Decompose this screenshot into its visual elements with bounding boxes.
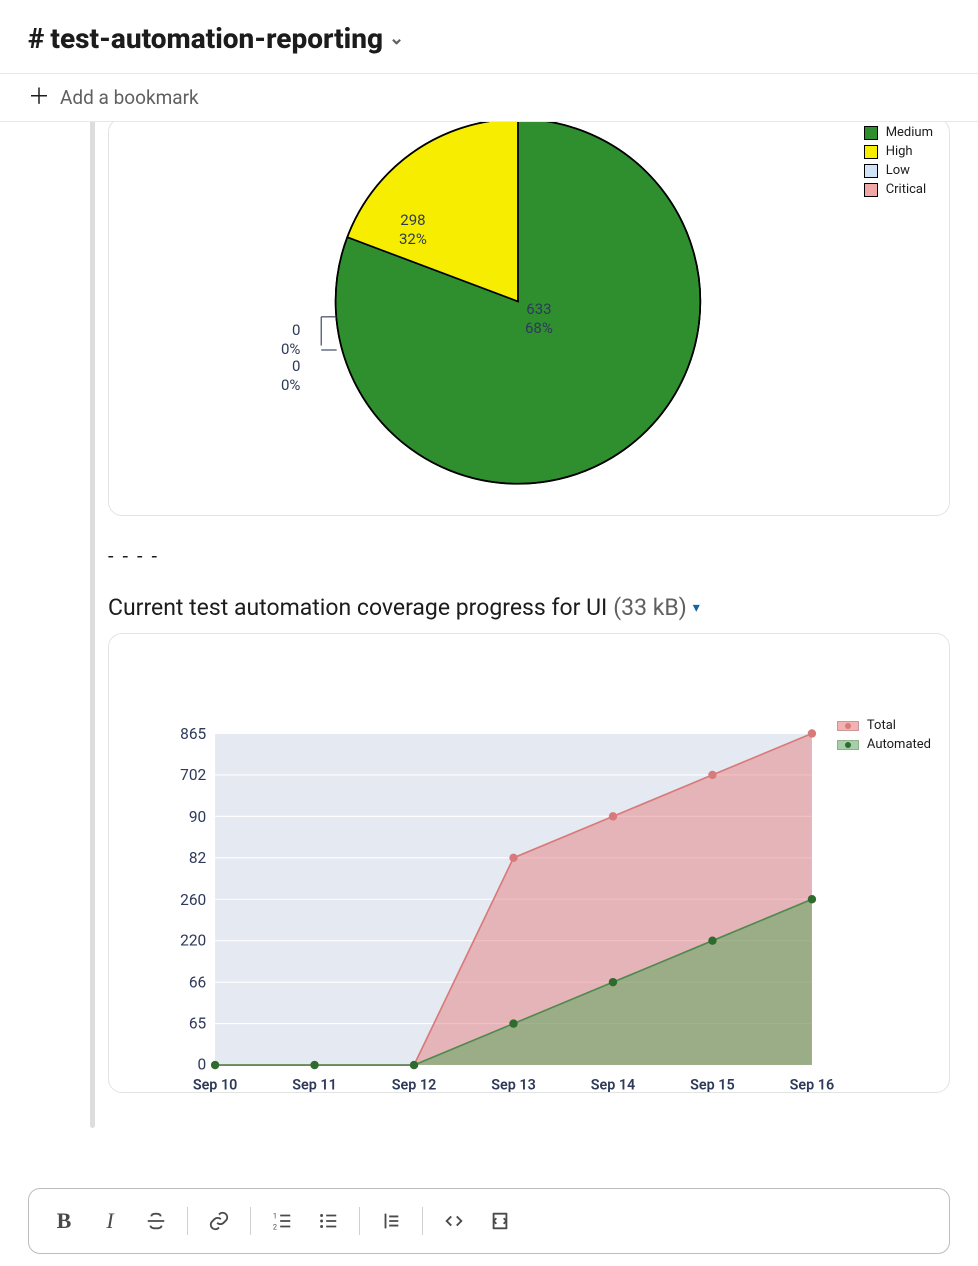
svg-text:865: 865 — [180, 725, 206, 743]
legend-label: Total — [867, 718, 896, 733]
svg-text:66: 66 — [189, 974, 206, 992]
toolbar-separator — [422, 1207, 423, 1235]
svg-text:90: 90 — [189, 808, 206, 826]
link-icon — [208, 1210, 230, 1232]
channel-hash: # — [28, 22, 44, 55]
blockquote-button[interactable] — [370, 1200, 412, 1242]
plus-icon: ＋ — [28, 87, 50, 109]
attachment-title-row[interactable]: Current test automation coverage progres… — [108, 594, 950, 621]
bold-button[interactable]: B — [43, 1200, 85, 1242]
strikethrough-button[interactable] — [135, 1200, 177, 1242]
svg-text:220: 220 — [180, 932, 206, 950]
legend-item: Medium — [864, 125, 933, 140]
toolbar-separator — [187, 1207, 188, 1235]
svg-text:260: 260 — [180, 891, 206, 909]
svg-text:Sep 16: Sep 16 — [790, 1076, 835, 1093]
ordered-list-button[interactable]: 12 — [261, 1200, 303, 1242]
legend-label: Critical — [886, 182, 926, 197]
messages-pane: 63368% 29832% 00% 00% — [0, 122, 978, 1154]
link-button[interactable] — [198, 1200, 240, 1242]
channel-name: test-automation-reporting — [50, 22, 383, 55]
legend-item: Automated — [837, 737, 931, 752]
caret-down-icon: ▾ — [693, 600, 700, 616]
svg-text:82: 82 — [189, 849, 207, 867]
svg-text:Sep 11: Sep 11 — [292, 1076, 337, 1093]
legend-swatch — [864, 164, 878, 178]
bookmark-bar: ＋ Add a bookmark — [0, 74, 978, 122]
toolbar-separator — [359, 1207, 360, 1235]
bullet-list-icon — [317, 1210, 339, 1232]
svg-text:2: 2 — [273, 1222, 277, 1231]
area-legend: Total Automated — [837, 718, 931, 756]
pie-label-low: 00% — [281, 321, 300, 359]
svg-text:1: 1 — [273, 1211, 277, 1220]
pie-label-critical: 00% — [281, 357, 300, 395]
legend-swatch — [864, 183, 878, 197]
attachment-card-area[interactable]: 865 702 90 82 260 220 66 65 0 — [108, 633, 950, 1093]
legend-swatch — [837, 740, 859, 750]
attachment-title: Current test automation coverage progres… — [108, 594, 607, 621]
legend-swatch — [837, 721, 859, 731]
svg-text:Sep 13: Sep 13 — [491, 1076, 536, 1093]
legend-swatch — [864, 126, 878, 140]
svg-text:0: 0 — [198, 1055, 207, 1073]
legend-item: Critical — [864, 182, 933, 197]
message-gutter — [28, 122, 108, 516]
area-chart: 865 702 90 82 260 220 66 65 0 — [109, 634, 949, 1093]
attachment-card-pie[interactable]: 63368% 29832% 00% 00% — [108, 122, 950, 516]
svg-text:Sep 15: Sep 15 — [690, 1076, 735, 1093]
add-bookmark-button[interactable]: ＋ Add a bookmark — [28, 86, 950, 109]
legend-label: Low — [886, 163, 910, 178]
code-icon — [443, 1210, 465, 1232]
legend-item: Low — [864, 163, 933, 178]
ordered-list-icon: 12 — [271, 1210, 293, 1232]
attachment-size: (33 kB) — [613, 594, 686, 621]
chevron-down-icon: ⌄ — [389, 28, 404, 49]
legend-label: Medium — [886, 125, 933, 140]
svg-text:702: 702 — [180, 766, 206, 784]
bullet-list-button[interactable] — [307, 1200, 349, 1242]
legend-label: Automated — [867, 737, 931, 752]
svg-text:Sep 14: Sep 14 — [591, 1076, 636, 1093]
divider-dashes: - - - - — [108, 544, 950, 568]
message-gutter — [28, 588, 108, 1128]
legend-item: Total — [837, 718, 931, 733]
legend-swatch — [864, 145, 878, 159]
channel-header: # test-automation-reporting ⌄ — [0, 0, 978, 74]
italic-button[interactable]: I — [89, 1200, 131, 1242]
pie-legend: Medium High Low Critical — [864, 125, 933, 201]
message-block: Current test automation coverage progres… — [28, 588, 950, 1128]
legend-item: High — [864, 144, 933, 159]
svg-text:65: 65 — [189, 1015, 207, 1033]
pie-label-medium: 63368% — [525, 300, 553, 338]
legend-label: High — [886, 144, 913, 159]
add-bookmark-label: Add a bookmark — [60, 86, 199, 109]
pie-label-high: 29832% — [399, 211, 427, 249]
code-block-icon — [489, 1210, 511, 1232]
blockquote-icon — [380, 1210, 402, 1232]
svg-text:Sep 10: Sep 10 — [193, 1076, 238, 1093]
message-block: 63368% 29832% 00% 00% — [28, 122, 950, 516]
code-block-button[interactable] — [479, 1200, 521, 1242]
message-composer[interactable]: B I 12 — [28, 1188, 950, 1254]
code-button[interactable] — [433, 1200, 475, 1242]
strikethrough-icon — [145, 1210, 167, 1232]
toolbar-separator — [250, 1207, 251, 1235]
svg-text:Sep 12: Sep 12 — [392, 1076, 437, 1093]
channel-title-button[interactable]: # test-automation-reporting ⌄ — [28, 22, 950, 55]
thread-bar — [90, 588, 95, 1128]
